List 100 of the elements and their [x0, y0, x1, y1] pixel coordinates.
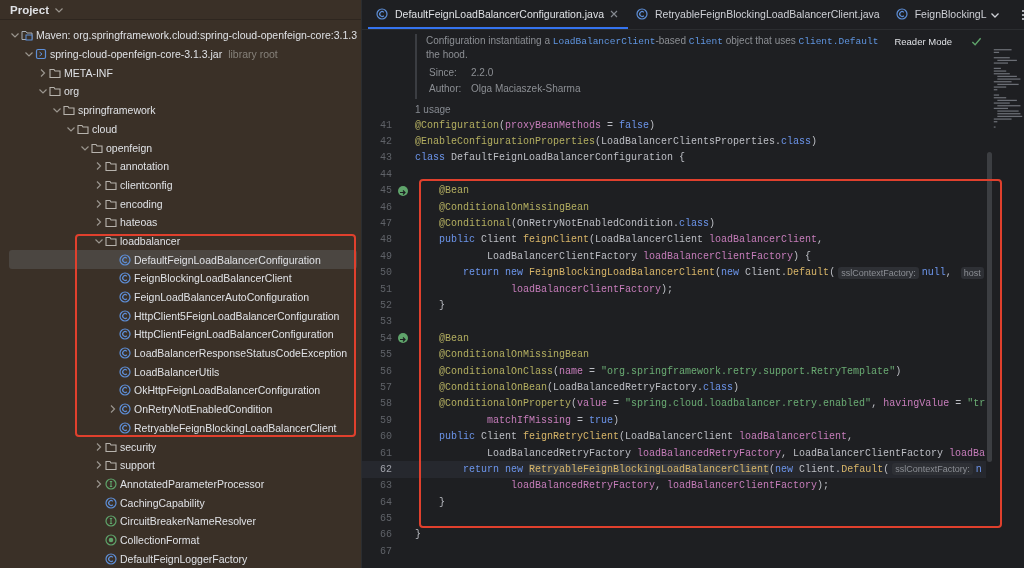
tree-item[interactable]: DefaultFeignLoggerFactory [9, 549, 357, 568]
tree-item[interactable]: LoadBalancerUtils [9, 362, 357, 382]
class-icon [636, 7, 648, 20]
line-number: 62 [379, 463, 392, 475]
folder-icon [105, 178, 117, 191]
doc-label: Author: [429, 82, 463, 96]
code-line: @Conditional(OnRetryNotEnabledCondition.class) [438, 218, 716, 230]
line-number: 53 [379, 316, 392, 328]
tree-item[interactable]: OnRetryNotEnabledCondition [9, 399, 357, 419]
class-icon [119, 365, 131, 378]
tree-item[interactable]: loadbalancer [9, 231, 357, 251]
code-line: return new FeignBlockingLoadBalancerClient(new Client.Default( sslContextFactory: null, host [415, 266, 986, 279]
line-number: 42 [379, 136, 392, 148]
code-line: @ConditionalOnClass(name = "org.springframework.retry.support.RetryTemplate") [438, 365, 902, 377]
folder-icon [105, 234, 117, 247]
tree-item[interactable]: encoding [9, 194, 357, 213]
class-icon [895, 7, 908, 20]
code-line: @ConditionalOnMissingBean [438, 349, 590, 361]
tree-item[interactable]: security [9, 437, 357, 456]
tree-item[interactable]: CircuitBreakerNameResolver [9, 511, 357, 531]
doc-value: Olga Maciaszek-Sharma [471, 82, 581, 96]
folder-icon [105, 160, 117, 173]
tree-item[interactable]: DefaultFeignLoadBalancerConfiguration [9, 250, 357, 269]
editor-tab[interactable]: RetryableFeignBlockingLoadBalancerClient.java [628, 0, 888, 29]
line-number: 43 [379, 152, 392, 164]
folder-icon [49, 66, 61, 79]
tree-item[interactable]: Maven: org.springframework.cloud:spring-cloud-openfeign-core:3.1.3 [9, 26, 357, 45]
class-icon [119, 384, 131, 397]
interface-icon [105, 477, 117, 490]
doc-label: Since: [429, 66, 458, 80]
usages-link[interactable]: 1 usage [415, 103, 451, 116]
line-number: 64 [379, 496, 392, 508]
editor-tab[interactable]: FeignBlockingL [887, 0, 989, 29]
line-number: 50 [379, 267, 392, 279]
tree-item[interactable]: hateoas [9, 212, 357, 232]
tree-item[interactable]: clientconfig [9, 175, 357, 195]
tree-item[interactable]: FeignBlockingLoadBalancerClient [9, 269, 357, 288]
code-line: @ConditionalOnMissingBean [438, 201, 590, 213]
tree-item[interactable]: CachingCapability [9, 493, 357, 512]
tree-item[interactable]: openfeign [9, 138, 357, 157]
code-line: @EnableConfigurationProperties(LoadBalancerClientsProperties.class) [415, 136, 818, 148]
code-line: @Bean [438, 332, 469, 344]
line-number: 48 [379, 234, 392, 246]
bean-icon[interactable] [397, 332, 409, 345]
code-line: } [438, 300, 445, 311]
code-line: LoadBalancerClientFactory loadBalancerClientFactory) { [486, 250, 812, 262]
class-icon [119, 272, 131, 285]
jar-icon [35, 48, 47, 61]
code-line: @Bean [438, 185, 469, 197]
parameter-hint: host [960, 266, 984, 279]
tree-item[interactable]: OkHttpFeignLoadBalancerConfiguration [9, 381, 357, 400]
line-number: 59 [379, 414, 392, 426]
enum-icon [105, 533, 117, 546]
tree-item[interactable]: springframework [9, 100, 357, 120]
tree-item[interactable]: support [9, 455, 357, 475]
class-icon [119, 291, 131, 304]
class-icon [105, 552, 117, 565]
check-icon [971, 36, 982, 47]
folder-icon [105, 197, 117, 210]
scrollbar-thumb[interactable] [987, 152, 992, 462]
editor-tab[interactable]: DefaultFeignLoadBalancerConfiguration.java [368, 0, 628, 29]
code-line: @ConditionalOnProperty(value = "spring.cloud.loadbalancer.retry.enabled", havingValue = "tr [438, 398, 986, 410]
class-icon [119, 347, 131, 360]
code-line: class DefaultFeignLoadBalancerConfiguration { [415, 152, 686, 164]
tree-item[interactable]: LoadBalancerResponseStatusCodeException [9, 343, 357, 363]
tree-item[interactable]: cloud [9, 119, 357, 139]
class-icon [119, 403, 131, 416]
line-number: 47 [379, 218, 392, 230]
code-line: loadBalancedRetryFactory, loadBalancerClientFactory); [510, 480, 830, 492]
line-number: 44 [379, 168, 392, 180]
class-icon [119, 421, 131, 434]
folder-icon [49, 85, 61, 98]
line-number: 52 [379, 300, 392, 311]
tree-item[interactable]: RetryableFeignBlockingLoadBalancerClient [9, 418, 357, 438]
tree-item[interactable]: org [9, 82, 357, 101]
class-icon [105, 496, 117, 509]
class-icon [119, 328, 131, 341]
folder-icon [91, 141, 103, 154]
tree-item[interactable]: spring-cloud-openfeign-core-3.1.3.jar library root [9, 44, 357, 64]
class-icon [119, 309, 131, 322]
line-number: 46 [379, 201, 392, 213]
tree-item[interactable]: annotation [9, 156, 357, 176]
line-number: 56 [379, 365, 392, 377]
code-line: matchIfMissing = true) [486, 414, 620, 426]
tree-item[interactable]: AnnotatedParameterProcessor [9, 474, 357, 494]
tree-item[interactable]: CollectionFormat [9, 530, 357, 550]
code-line: loadBalancerClientFactory); [510, 283, 674, 295]
tree-item[interactable]: HttpClientFeignLoadBalancerConfiguration [9, 325, 357, 344]
panel-title[interactable]: Project [10, 3, 49, 16]
class-icon [119, 253, 131, 266]
line-number: 65 [379, 513, 392, 525]
folder-icon [105, 440, 117, 453]
tree-item[interactable]: FeignLoadBalancerAutoConfiguration [9, 287, 357, 307]
doc-text: Configuration instantiating a LoadBalancerClient-based Client object that uses Client.Default [426, 34, 879, 48]
tree-item[interactable]: HttpClient5FeignLoadBalancerConfiguration [9, 306, 357, 326]
folder-icon [77, 122, 89, 135]
line-number: 45 [379, 185, 392, 197]
code-line: public Client feignRetryClient(LoadBalancerClient loadBalancerClient, [438, 431, 854, 443]
bean-icon[interactable] [397, 184, 409, 197]
tree-item[interactable]: META-INF [9, 63, 357, 83]
